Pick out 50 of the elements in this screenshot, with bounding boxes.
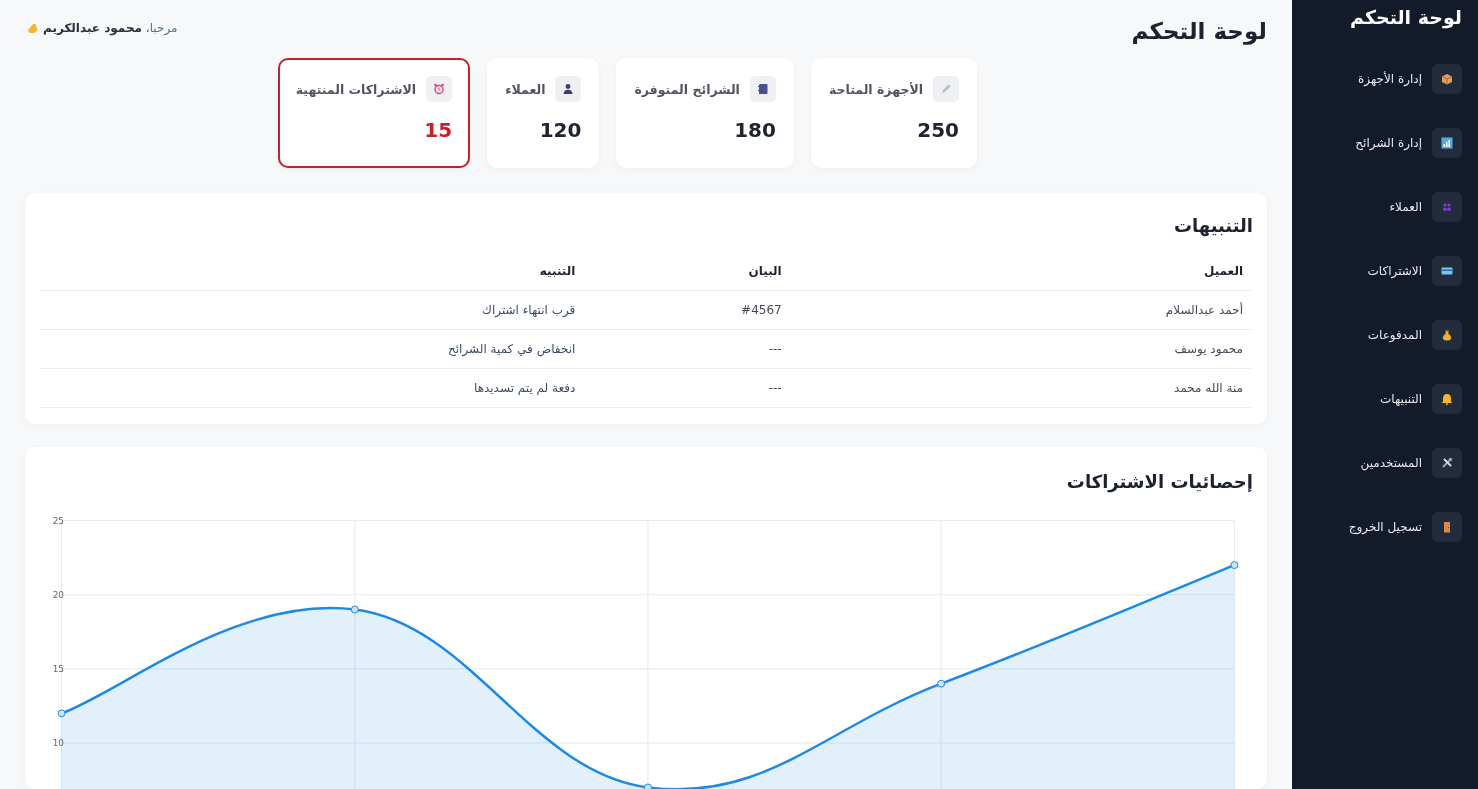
stat-value: 250 xyxy=(916,118,959,142)
table-cell: --- xyxy=(585,329,792,369)
bell-icon xyxy=(1440,392,1454,406)
card-title: إحصائيات الاشتراكات xyxy=(1065,471,1253,492)
box-icon xyxy=(1440,72,1454,86)
sidebar-item[interactable]: تسجيل الخروج xyxy=(1302,510,1462,544)
data-point xyxy=(644,783,652,789)
sidebar-item[interactable]: التنبيهات xyxy=(1302,382,1462,416)
sidebar-item[interactable]: إدارة الأجهزة xyxy=(1302,62,1462,96)
alarm-clock-icon xyxy=(432,82,447,96)
waving-hand-icon xyxy=(25,21,39,35)
sidebar-title: لوحة التحكم xyxy=(1349,6,1462,28)
data-point xyxy=(937,679,946,688)
stat-label: الشرائح المتوفرة xyxy=(634,81,740,97)
sidebar-item[interactable]: المدفوعات xyxy=(1302,318,1462,352)
stat-value: 15 xyxy=(423,118,453,142)
axis-tick-label: 25 xyxy=(52,515,64,526)
sidebar-item[interactable]: الاشتراكات xyxy=(1302,254,1462,288)
table-cell: --- xyxy=(585,368,792,408)
data-point xyxy=(1230,561,1239,570)
page-title: لوحة التحكم xyxy=(1131,18,1267,44)
table-cell: #4567 xyxy=(585,290,792,330)
sidebar-item[interactable]: إدارة الشرائح xyxy=(1302,126,1462,160)
axis-tick-label: 10 xyxy=(52,737,64,748)
stat-label: العملاء xyxy=(505,81,546,97)
table-cell: قرب انتهاء اشتراك xyxy=(39,290,586,330)
column-header: البيان xyxy=(585,252,792,291)
sidebar-item[interactable]: المستخدمين xyxy=(1302,446,1462,480)
sidebar-item[interactable]: العملاء xyxy=(1302,190,1462,224)
table-cell: أحمد عبدالسلام xyxy=(791,290,1253,330)
table-cell: دفعة لم يتم تسديدها xyxy=(39,368,586,408)
card-title: التنبيهات xyxy=(1172,215,1253,236)
data-point xyxy=(57,709,66,718)
tools-icon xyxy=(1440,456,1454,470)
stat-label: الأجهزة المتاحة xyxy=(828,81,923,97)
money-bag-icon xyxy=(1440,328,1454,342)
greeting-text: مرحبا، محمود عبدالكريم xyxy=(43,21,178,35)
axis-tick-label: 20 xyxy=(52,589,64,600)
pen-icon xyxy=(939,82,953,96)
stat-label: الاشتراكات المنتهية xyxy=(295,81,417,97)
stat-value: 180 xyxy=(733,118,776,142)
stat-value: 120 xyxy=(538,118,582,142)
column-header: العميل xyxy=(791,252,1253,291)
table-cell: انخفاض في كمية الشرائح xyxy=(39,329,586,369)
bar-chart-icon xyxy=(1440,136,1454,150)
data-point xyxy=(350,605,359,614)
axis-tick-label: 15 xyxy=(52,663,64,674)
table-cell: منة الله محمد xyxy=(791,368,1253,408)
table-cell: محمود يوسف xyxy=(791,329,1253,369)
column-header: التنبيه xyxy=(39,252,586,291)
